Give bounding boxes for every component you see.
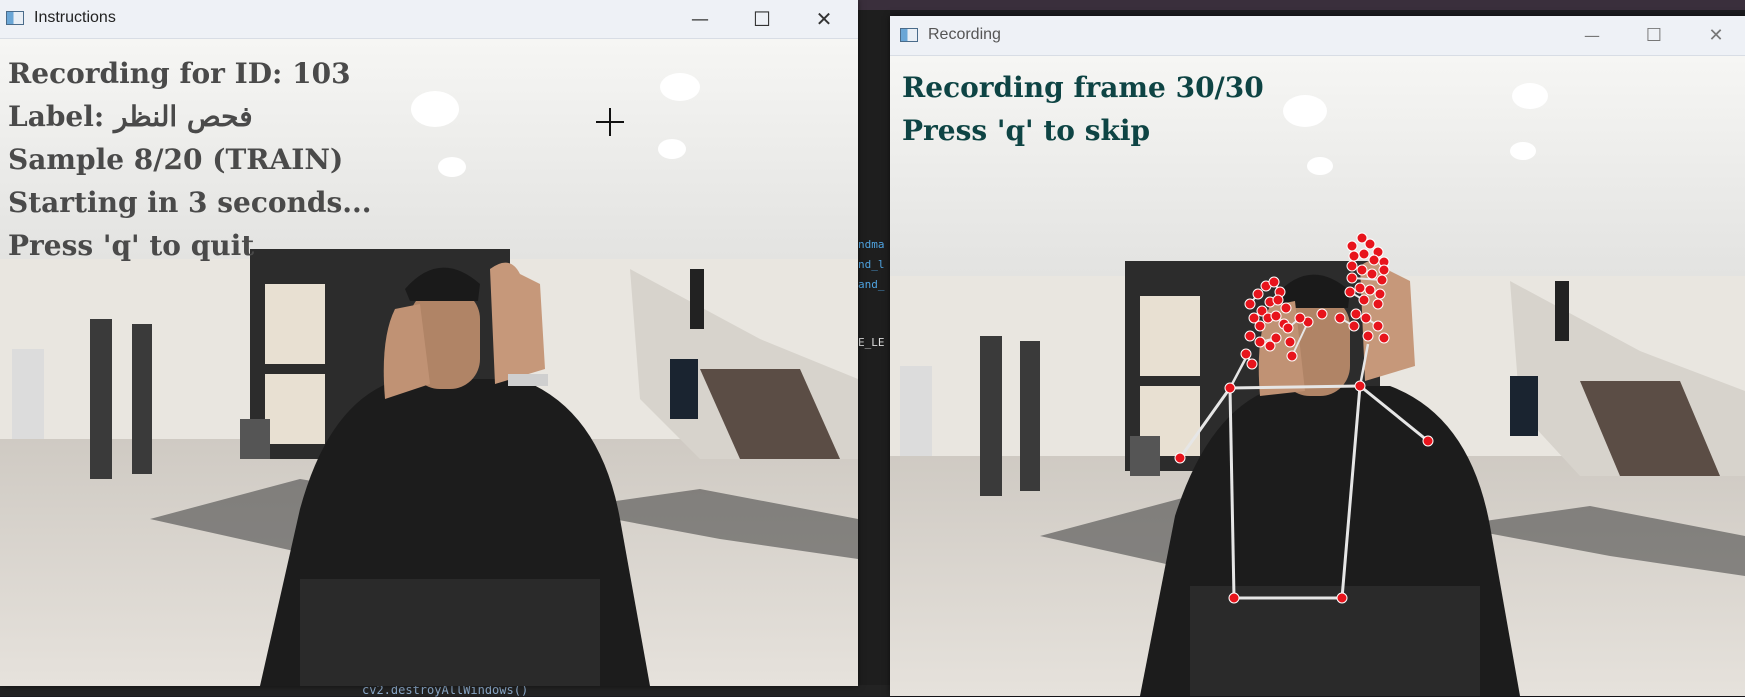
landmark-point [1246,358,1258,370]
landmark-point [1350,308,1362,320]
title-bar[interactable]: Instructions — ☐ ✕ [0,0,858,39]
landmark-point [1174,452,1186,464]
overlay-text-line: Press 'q' to quit [8,229,255,262]
code-fragment: and_ [858,278,885,291]
landmark-point [1348,250,1360,262]
landmark-point [1378,332,1390,344]
landmark-point [1282,322,1294,334]
app-icon [6,11,24,25]
overlay-text-line: Label: فحص النظر [8,100,253,133]
landmark-point [1346,260,1358,272]
instructions-window: Instructions — ☐ ✕ Recording for ID: 103… [0,0,858,686]
window-title: Recording [928,26,1001,43]
code-fragment: E_LE [858,336,885,349]
landmark-point [1354,282,1366,294]
landmark-point [1294,312,1306,324]
code-fragment: ndma [858,238,885,251]
landmark-point [1358,294,1370,306]
minimize-button[interactable]: — [1564,16,1620,55]
landmark-point [1360,312,1372,324]
app-icon [900,28,918,42]
camera-frame: Recording frame 30/30 Press 'q' to skip [890,56,1745,696]
landmark-point [1228,592,1240,604]
camera-scene [890,56,1745,696]
landmark-point [1364,238,1376,250]
maximize-button[interactable]: ☐ [1626,16,1682,55]
landmark-point [1336,592,1348,604]
overlay-text-line: Press 'q' to skip [902,114,1151,147]
crosshair-cursor-icon [596,108,624,136]
landmark-point [1358,248,1370,260]
landmark-point [1372,320,1384,332]
landmark-point [1254,320,1266,332]
landmark-point [1224,382,1236,394]
overlay-text-line: Starting in 3 seconds... [8,186,372,219]
landmark-point [1376,274,1388,286]
landmark-point [1422,435,1434,447]
close-button[interactable]: ✕ [796,0,852,38]
landmark-point [1254,336,1266,348]
overlay-text-line: Recording for ID: 103 [8,57,351,90]
recording-window: Recording — ☐ ✕ Recording frame 30/30 Pr… [890,16,1745,696]
landmark-point [1244,298,1256,310]
landmark-point [1348,320,1360,332]
landmark-point [1372,298,1384,310]
title-bar[interactable]: Recording — ☐ ✕ [890,16,1745,56]
minimize-button[interactable]: — [672,0,728,38]
overlay-text-line: Sample 8/20 (TRAIN) [8,143,344,176]
code-editor-background: ndma nd_l and_ E_LE [858,10,890,696]
landmark-point [1240,348,1252,360]
landmark-point [1270,310,1282,322]
camera-frame: Recording for ID: 103 Label: فحص النظر S… [0,39,858,686]
pose-connection [1229,384,1361,390]
landmark-point [1280,302,1292,314]
landmark-point [1252,288,1264,300]
landmark-point [1354,380,1366,392]
landmark-point [1364,284,1376,296]
landmark-point [1268,276,1280,288]
landmark-point [1366,268,1378,280]
overlay-text-line: Recording frame 30/30 [902,71,1264,104]
code-fragment: nd_l [858,258,885,271]
landmark-point [1378,264,1390,276]
landmark-point [1284,336,1296,348]
desktop-background [858,0,1745,10]
landmark-point [1346,272,1358,284]
landmark-point [1286,350,1298,362]
landmark-point [1272,294,1284,306]
window-title: Instructions [34,9,116,26]
landmark-point [1334,312,1346,324]
close-button[interactable]: ✕ [1688,16,1744,55]
landmark-point [1356,264,1368,276]
landmark-point [1264,340,1276,352]
landmark-point [1316,308,1328,320]
landmark-point [1368,254,1380,266]
landmark-point [1344,286,1356,298]
landmark-point [1244,330,1256,342]
landmark-point [1362,330,1374,342]
landmark-point [1374,288,1386,300]
landmark-point [1346,240,1358,252]
maximize-button[interactable]: ☐ [734,0,790,38]
editor-bottom-strip: cv2.destroyAllWindows() [0,683,890,697]
